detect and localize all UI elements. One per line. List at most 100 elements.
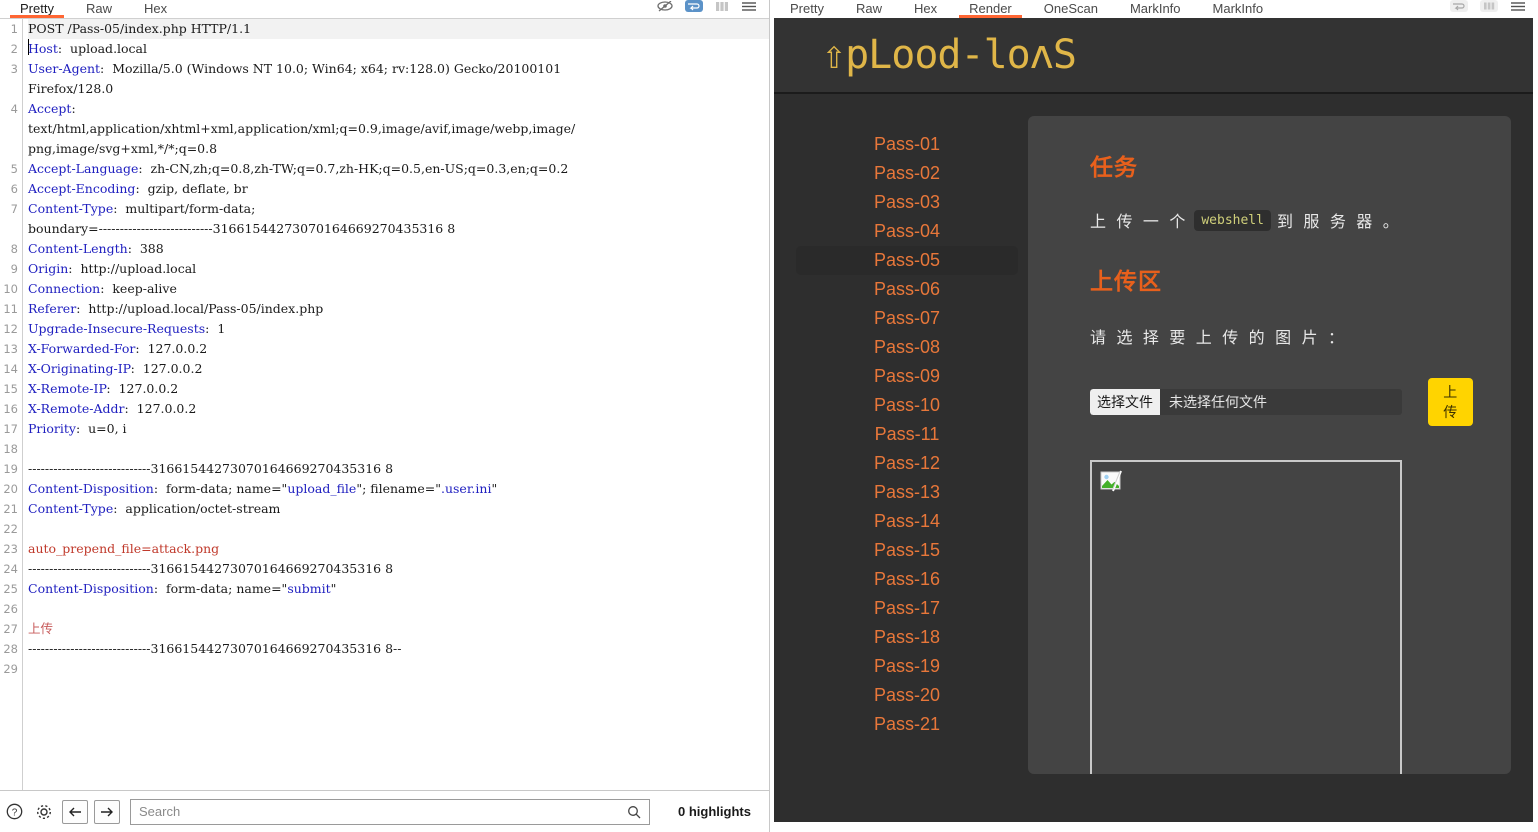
code-line[interactable]: boundary=---------------------------3166… xyxy=(28,219,769,239)
sidebar-item-pass-18[interactable]: Pass-18 xyxy=(796,623,1018,652)
line-number: 2 xyxy=(10,42,18,56)
columns-icon[interactable] xyxy=(1480,0,1498,17)
render-tab-pretty[interactable]: Pretty xyxy=(774,1,840,18)
code-line[interactable]: Firefox/128.0 xyxy=(28,79,769,99)
code-line[interactable]: Content-Length: 388 xyxy=(28,239,769,259)
render-tabbar: Pretty Raw Hex Render OneScan MarkInfo M… xyxy=(770,0,1538,18)
sidebar-item-pass-15[interactable]: Pass-15 xyxy=(796,536,1018,565)
line-number: 15 xyxy=(3,382,18,396)
sidebar-item-pass-16[interactable]: Pass-16 xyxy=(796,565,1018,594)
render-tab-render-label: Render xyxy=(969,1,1012,16)
magnifier-icon[interactable] xyxy=(627,805,649,819)
search-next-button[interactable] xyxy=(94,799,120,824)
sidebar-item-pass-13[interactable]: Pass-13 xyxy=(796,478,1018,507)
sidebar-item-pass-14[interactable]: Pass-14 xyxy=(796,507,1018,536)
render-tab-markinfo-1[interactable]: MarkInfo xyxy=(1114,1,1197,18)
tab-raw[interactable]: Raw xyxy=(70,1,128,18)
sidebar-item-pass-08[interactable]: Pass-08 xyxy=(796,333,1018,362)
sidebar-item-pass-11[interactable]: Pass-11 xyxy=(796,420,1018,449)
code-line[interactable]: X-Originating-IP: 127.0.0.2 xyxy=(28,359,769,379)
render-tab-hex[interactable]: Hex xyxy=(898,1,953,18)
code-span: Content-Type xyxy=(28,501,114,516)
sidebar-item-pass-17[interactable]: Pass-17 xyxy=(796,594,1018,623)
code-line[interactable] xyxy=(28,599,769,619)
code-line[interactable] xyxy=(28,519,769,539)
page-scroll-strip[interactable] xyxy=(1533,18,1538,832)
code-line[interactable]: Origin: http://upload.local xyxy=(28,259,769,279)
tab-pretty[interactable]: Pretty xyxy=(4,1,70,18)
line-number: 25 xyxy=(3,582,18,596)
search-input[interactable] xyxy=(131,804,627,819)
code-line[interactable]: X-Remote-IP: 127.0.0.2 xyxy=(28,379,769,399)
tab-hex[interactable]: Hex xyxy=(128,1,183,18)
code-line[interactable]: Accept-Encoding: gzip, deflate, br xyxy=(28,179,769,199)
code-line[interactable]: -----------------------------31661544273… xyxy=(28,459,769,479)
sidebar-item-pass-20[interactable]: Pass-20 xyxy=(796,681,1018,710)
render-tab-markinfo-2[interactable]: MarkInfo xyxy=(1197,1,1280,18)
code-line[interactable]: Accept: xyxy=(28,99,769,119)
menu-icon[interactable] xyxy=(741,0,757,17)
code-line[interactable]: User-Agent: Mozilla/5.0 (Windows NT 10.0… xyxy=(28,59,769,79)
code-line[interactable]: Content-Disposition: form-data; name="up… xyxy=(28,479,769,499)
code-line[interactable]: Referer: http://upload.local/Pass-05/ind… xyxy=(28,299,769,319)
code-line[interactable]: -----------------------------31661544273… xyxy=(28,639,769,659)
code-line[interactable]: POST /Pass-05/index.php HTTP/1.1 xyxy=(28,19,769,39)
sidebar-item-pass-05[interactable]: Pass-05 xyxy=(796,246,1018,275)
search-prev-button[interactable] xyxy=(62,799,88,824)
code-span: : form-data; name=" xyxy=(153,581,288,596)
render-tab-onescan[interactable]: OneScan xyxy=(1028,1,1114,18)
line-number: 22 xyxy=(3,522,18,536)
file-input[interactable]: 选择文件 未选择任何文件 xyxy=(1090,389,1402,415)
gear-icon[interactable] xyxy=(32,801,56,823)
sidebar-item-pass-04[interactable]: Pass-04 xyxy=(796,217,1018,246)
request-editor[interactable]: 1 2 3 4 5 6 7 8 9 10 11 12 13 14 15 16 17 18 19 20 21 22 23 24 2… xyxy=(0,18,769,790)
sidebar-item-pass-06[interactable]: Pass-06 xyxy=(796,275,1018,304)
wrap-lines-icon[interactable] xyxy=(685,0,703,17)
code-line[interactable]: Accept-Language: zh-CN,zh;q=0.8,zh-TW;q=… xyxy=(28,159,769,179)
sidebar-item-pass-21[interactable]: Pass-21 xyxy=(796,710,1018,739)
menu-icon[interactable] xyxy=(1510,0,1526,17)
code-line[interactable] xyxy=(28,439,769,459)
help-icon[interactable]: ? xyxy=(2,801,26,823)
code-span: Content-Length xyxy=(28,241,128,256)
columns-icon[interactable] xyxy=(715,0,729,17)
code-line[interactable]: Content-Disposition: form-data; name="su… xyxy=(28,579,769,599)
code-line[interactable]: Content-Type: multipart/form-data; xyxy=(28,199,769,219)
line-number: 20 xyxy=(3,482,18,496)
code-span: submit xyxy=(287,581,331,596)
code-line[interactable] xyxy=(28,659,769,679)
code-line[interactable]: X-Remote-Addr: 127.0.0.2 xyxy=(28,399,769,419)
code-line[interactable]: Content-Type: application/octet-stream xyxy=(28,499,769,519)
render-tab-render[interactable]: Render xyxy=(953,1,1028,18)
code-line[interactable]: Upgrade-Insecure-Requests: 1 xyxy=(28,319,769,339)
code-span: X-Originating-IP xyxy=(28,361,131,376)
choose-file-button[interactable]: 选择文件 xyxy=(1090,389,1160,415)
wrap-lines-icon[interactable] xyxy=(1450,0,1468,17)
sidebar-item-pass-07[interactable]: Pass-07 xyxy=(796,304,1018,333)
code-line[interactable]: -----------------------------31661544273… xyxy=(28,559,769,579)
render-tab-raw[interactable]: Raw xyxy=(840,1,898,18)
sidebar-item-pass-12[interactable]: Pass-12 xyxy=(796,449,1018,478)
task-code-tag: webshell xyxy=(1194,209,1271,231)
search-field[interactable] xyxy=(130,798,650,825)
sidebar-item-pass-03[interactable]: Pass-03 xyxy=(796,188,1018,217)
sidebar-item-pass-10[interactable]: Pass-10 xyxy=(796,391,1018,420)
line-number-gutter: 1 2 3 4 5 6 7 8 9 10 11 12 13 14 15 16 17 18 19 20 21 22 23 24 2… xyxy=(0,19,23,790)
code-line[interactable]: auto_prepend_file=attack.png xyxy=(28,539,769,559)
code-line[interactable]: X-Forwarded-For: 127.0.0.2 xyxy=(28,339,769,359)
request-code[interactable]: POST /Pass-05/index.php HTTP/1.1 Host: up… xyxy=(24,19,769,790)
code-line[interactable]: 上传 xyxy=(28,619,769,639)
line-number: 3 xyxy=(10,62,18,76)
code-line[interactable]: Host: upload.local xyxy=(28,39,769,59)
sidebar-item-pass-01[interactable]: Pass-01 xyxy=(796,130,1018,159)
code-line[interactable]: Connection: keep-alive xyxy=(28,279,769,299)
code-line[interactable]: Priority: u=0, i xyxy=(28,419,769,439)
code-line[interactable]: text/html,application/xhtml+xml,applicat… xyxy=(28,119,769,139)
upload-submit-button[interactable]: 上传 xyxy=(1427,378,1473,426)
code-line[interactable]: png,image/svg+xml,*/*;q=0.8 xyxy=(28,139,769,159)
sidebar-item-pass-02[interactable]: Pass-02 xyxy=(796,159,1018,188)
content-card: 任务 上 传 一 个 webshell 到 服 务 器 。 上传区 请 选 择 … xyxy=(1028,116,1511,774)
sidebar-item-pass-09[interactable]: Pass-09 xyxy=(796,362,1018,391)
eye-slash-icon[interactable] xyxy=(657,0,673,17)
sidebar-item-pass-19[interactable]: Pass-19 xyxy=(796,652,1018,681)
